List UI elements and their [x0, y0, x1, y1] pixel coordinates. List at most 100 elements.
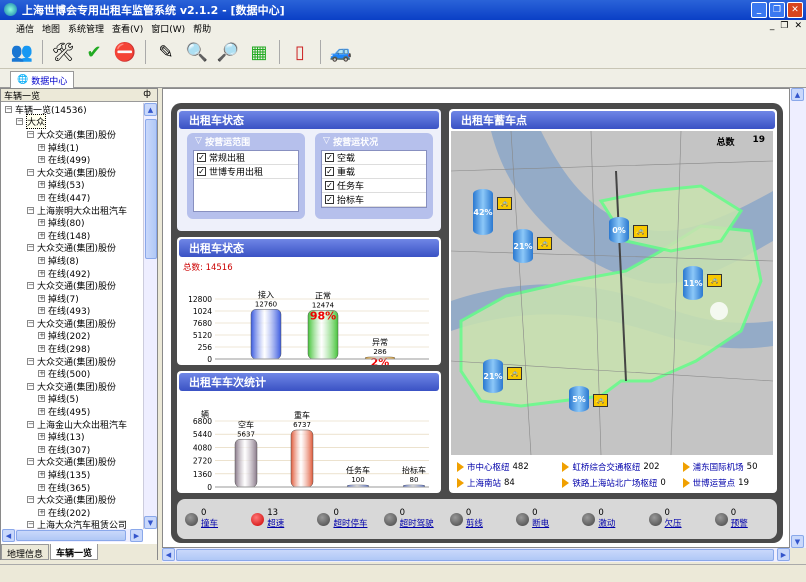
expand-icon[interactable]: + [38, 307, 45, 315]
main-vertical-scrollbar[interactable]: ▲ ▼ [790, 88, 806, 548]
collapse-icon[interactable]: − [27, 458, 34, 466]
expand-icon[interactable]: + [38, 332, 45, 340]
tree-node[interactable]: + 在线(493) [2, 305, 143, 317]
menu-help[interactable]: 帮助 [193, 22, 211, 35]
tree-node[interactable]: − 大众交通(集团)股份 [2, 128, 143, 141]
tree-node[interactable]: − 大众交通(集团)股份 [2, 166, 143, 179]
expand-icon[interactable]: + [38, 508, 45, 516]
checkbox-icon[interactable]: ✓ [325, 167, 334, 176]
tree-node[interactable]: + 在线(298) [2, 342, 143, 355]
tree-node[interactable]: + 在线(492) [2, 267, 143, 280]
tree-node[interactable]: + 掉线(135) [2, 468, 143, 481]
map-view[interactable]: 总数 19 42% 🚕 21% 🚕 0% 🚕 11% 🚕 21% 🚕 5% 🚕 [451, 131, 773, 455]
alarm-item[interactable]: 0 剪线 [449, 508, 512, 530]
tree-node[interactable]: + 掉线(13) [2, 430, 143, 443]
scroll-left-icon[interactable]: ◀ [162, 548, 175, 561]
collapse-icon[interactable]: − [27, 357, 34, 365]
checkbox-icon[interactable]: ✓ [197, 153, 206, 162]
tree-node[interactable]: + 在线(307) [2, 443, 143, 456]
taxi-icon[interactable]: 🚕 [507, 367, 522, 380]
tree-node[interactable]: + 掉线(53) [2, 179, 143, 191]
alarm-item[interactable]: 0 激动 [582, 508, 644, 530]
legend-south-station[interactable]: 上海南站 84 [457, 477, 556, 489]
scroll-right-icon[interactable]: ▶ [130, 529, 143, 542]
settings-icon[interactable]: 🛠 [49, 38, 77, 66]
tree-node[interactable]: + 在线(202) [2, 506, 143, 519]
expand-icon[interactable]: + [38, 408, 45, 416]
legend-hongqiao[interactable]: 虹桥综合交通枢纽 202 [562, 461, 676, 473]
collapse-icon[interactable]: − [27, 521, 34, 529]
pool-marker[interactable]: 21% [513, 229, 533, 263]
legend-city-center[interactable]: 市中心枢纽 482 [457, 461, 556, 473]
filter-loaded[interactable]: ✓ 重载 [322, 165, 426, 179]
collapse-icon[interactable]: − [27, 382, 34, 390]
tree-node[interactable]: − 大众交通(集团)股份 [2, 355, 143, 368]
filter-task[interactable]: ✓ 任务车 [322, 179, 426, 193]
alarm-item[interactable]: 0 超时驾驶 [383, 508, 446, 530]
hscrollbar-thumb[interactable] [176, 549, 774, 561]
tree-node[interactable]: − 上海大众汽车租赁公司 [2, 519, 143, 529]
checkbox-icon[interactable]: ✓ [325, 181, 334, 190]
mdi-close-button[interactable]: ✕ [794, 21, 802, 31]
expand-icon[interactable]: + [38, 256, 45, 264]
scroll-down-icon[interactable]: ▼ [791, 535, 804, 548]
expand-icon[interactable]: + [38, 219, 45, 227]
collapse-icon[interactable]: − [27, 282, 34, 290]
hscrollbar-thumb[interactable] [16, 530, 126, 541]
chevron-down-icon[interactable]: ▽ [323, 136, 333, 146]
collapse-icon[interactable]: − [16, 118, 23, 126]
tree-node[interactable]: + 掉线(80) [2, 216, 143, 229]
alarm-label[interactable]: 欠压 [665, 519, 682, 530]
tree-node[interactable]: − 大众交通(集团)股份 [2, 493, 143, 506]
alarm-item[interactable]: 0 断电 [516, 508, 578, 530]
tree-node[interactable]: − 车辆一览(14536) [2, 103, 143, 116]
menu-view[interactable]: 查看(V) [112, 22, 143, 35]
alarm-item[interactable]: 0 预警 [714, 508, 777, 530]
taxi-icon[interactable]: 🚕 [593, 394, 608, 407]
tree-node[interactable]: − 大众交通(集团)股份 [2, 380, 143, 393]
alarm-item[interactable]: 0 撞车 [185, 508, 247, 530]
filter-flag-up[interactable]: ✓ 抬标车 [322, 193, 426, 207]
tree-node[interactable]: + 在线(148) [2, 229, 143, 242]
expand-icon[interactable]: + [38, 193, 45, 201]
tree-node[interactable]: + 掉线(7) [2, 292, 143, 305]
cancel-icon[interactable]: ⛔ [111, 38, 139, 66]
tree-node[interactable]: + 在线(447) [2, 191, 143, 204]
taxi-icon[interactable]: 🚕 [707, 274, 722, 287]
mdi-restore-button[interactable]: ❐ [780, 21, 788, 31]
scrollbar-thumb[interactable] [145, 119, 157, 259]
collapse-icon[interactable]: − [27, 319, 34, 327]
tree-horizontal-scrollbar[interactable]: ◀ ▶ [2, 529, 143, 542]
alarm-label[interactable]: 剪线 [466, 519, 483, 530]
legend-pudong-airport[interactable]: 浦东国际机场 50 [682, 461, 767, 473]
expand-icon[interactable]: + [38, 143, 45, 151]
main-horizontal-scrollbar[interactable]: ◀ ▶ [162, 548, 790, 562]
alarm-label[interactable]: 超时停车 [333, 519, 367, 530]
taxi-icon[interactable]: 🚕 [497, 197, 512, 210]
alarm-item[interactable]: 0 超时停车 [317, 508, 379, 530]
pool-marker[interactable]: 42% [473, 189, 493, 235]
collapse-icon[interactable]: − [27, 420, 34, 428]
tab-data-center[interactable]: 🌐 数据中心 [10, 71, 75, 88]
alarm-label[interactable]: 超速 [267, 519, 284, 530]
filter-regular-taxi[interactable]: ✓ 常规出租 [194, 151, 298, 165]
tree-node[interactable]: − 大众 [2, 114, 143, 130]
alarm-label[interactable]: 预警 [731, 519, 748, 530]
alarm-label[interactable]: 激动 [598, 519, 615, 530]
scroll-up-icon[interactable]: ▲ [144, 103, 157, 116]
expand-icon[interactable]: + [38, 395, 45, 403]
scroll-up-icon[interactable]: ▲ [791, 88, 804, 101]
tree-node[interactable]: + 掉线(1) [2, 141, 143, 154]
pin-icon[interactable]: ф [143, 89, 151, 101]
users-icon[interactable]: 👥 [8, 38, 36, 66]
grid-icon[interactable]: ▦ [245, 38, 273, 66]
tree-node[interactable]: − 大众交通(集团)股份 [2, 279, 143, 292]
maximize-button[interactable]: ❐ [769, 2, 785, 18]
tree-node[interactable]: + 掉线(202) [2, 330, 143, 342]
pool-marker[interactable]: 0% [609, 217, 629, 243]
collapse-icon[interactable]: − [27, 206, 34, 214]
expand-icon[interactable]: + [38, 156, 45, 164]
checkbox-icon[interactable]: ✓ [325, 195, 334, 204]
scroll-down-icon[interactable]: ▼ [144, 516, 157, 529]
collapse-icon[interactable]: − [27, 130, 34, 138]
